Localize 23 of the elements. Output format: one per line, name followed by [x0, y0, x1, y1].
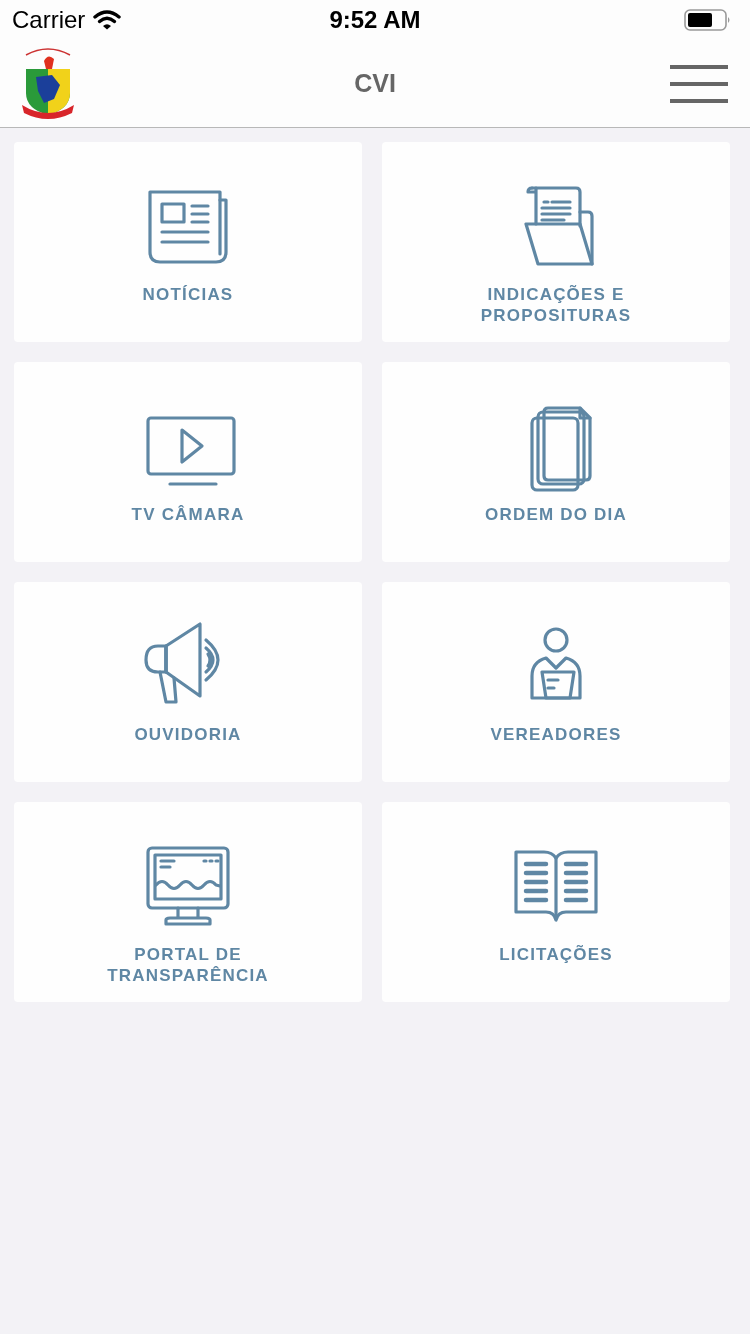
- menu-label: INDICAÇÕES E PROPOSITURAS: [479, 284, 633, 326]
- menu-label: OUVIDORIA: [134, 724, 242, 745]
- menu-card[interactable]: VEREADORES: [382, 582, 730, 782]
- menu-card[interactable]: TV CÂMARA: [14, 362, 362, 562]
- menu-card[interactable]: ORDEM DO DIA: [382, 362, 730, 562]
- menu-label: TV CÂMARA: [131, 504, 245, 525]
- menu-card[interactable]: PORTAL DE TRANSPARÊNCIA: [14, 802, 362, 1002]
- battery-icon: [684, 9, 732, 31]
- menu-card[interactable]: OUVIDORIA: [14, 582, 362, 782]
- menu-label: VEREADORES: [490, 724, 622, 745]
- wifi-icon: [93, 10, 122, 30]
- nav-title: CVI: [354, 69, 396, 98]
- menu-card[interactable]: NOTÍCIAS: [14, 142, 362, 342]
- menu-label: LICITAÇÕES: [499, 944, 613, 965]
- menu-label: NOTÍCIAS: [142, 284, 234, 305]
- menu-icon: [670, 64, 728, 103]
- menu-card[interactable]: INDICAÇÕES E PROPOSITURAS: [382, 142, 730, 342]
- menu-button[interactable]: [670, 64, 728, 103]
- menu-label: ORDEM DO DIA: [485, 504, 627, 525]
- menu-card[interactable]: LICITAÇÕES: [382, 802, 730, 1002]
- status-time: 9:52 AM: [329, 6, 421, 34]
- menu-label: PORTAL DE TRANSPARÊNCIA: [106, 944, 270, 986]
- carrier-name: Carrier: [12, 6, 86, 34]
